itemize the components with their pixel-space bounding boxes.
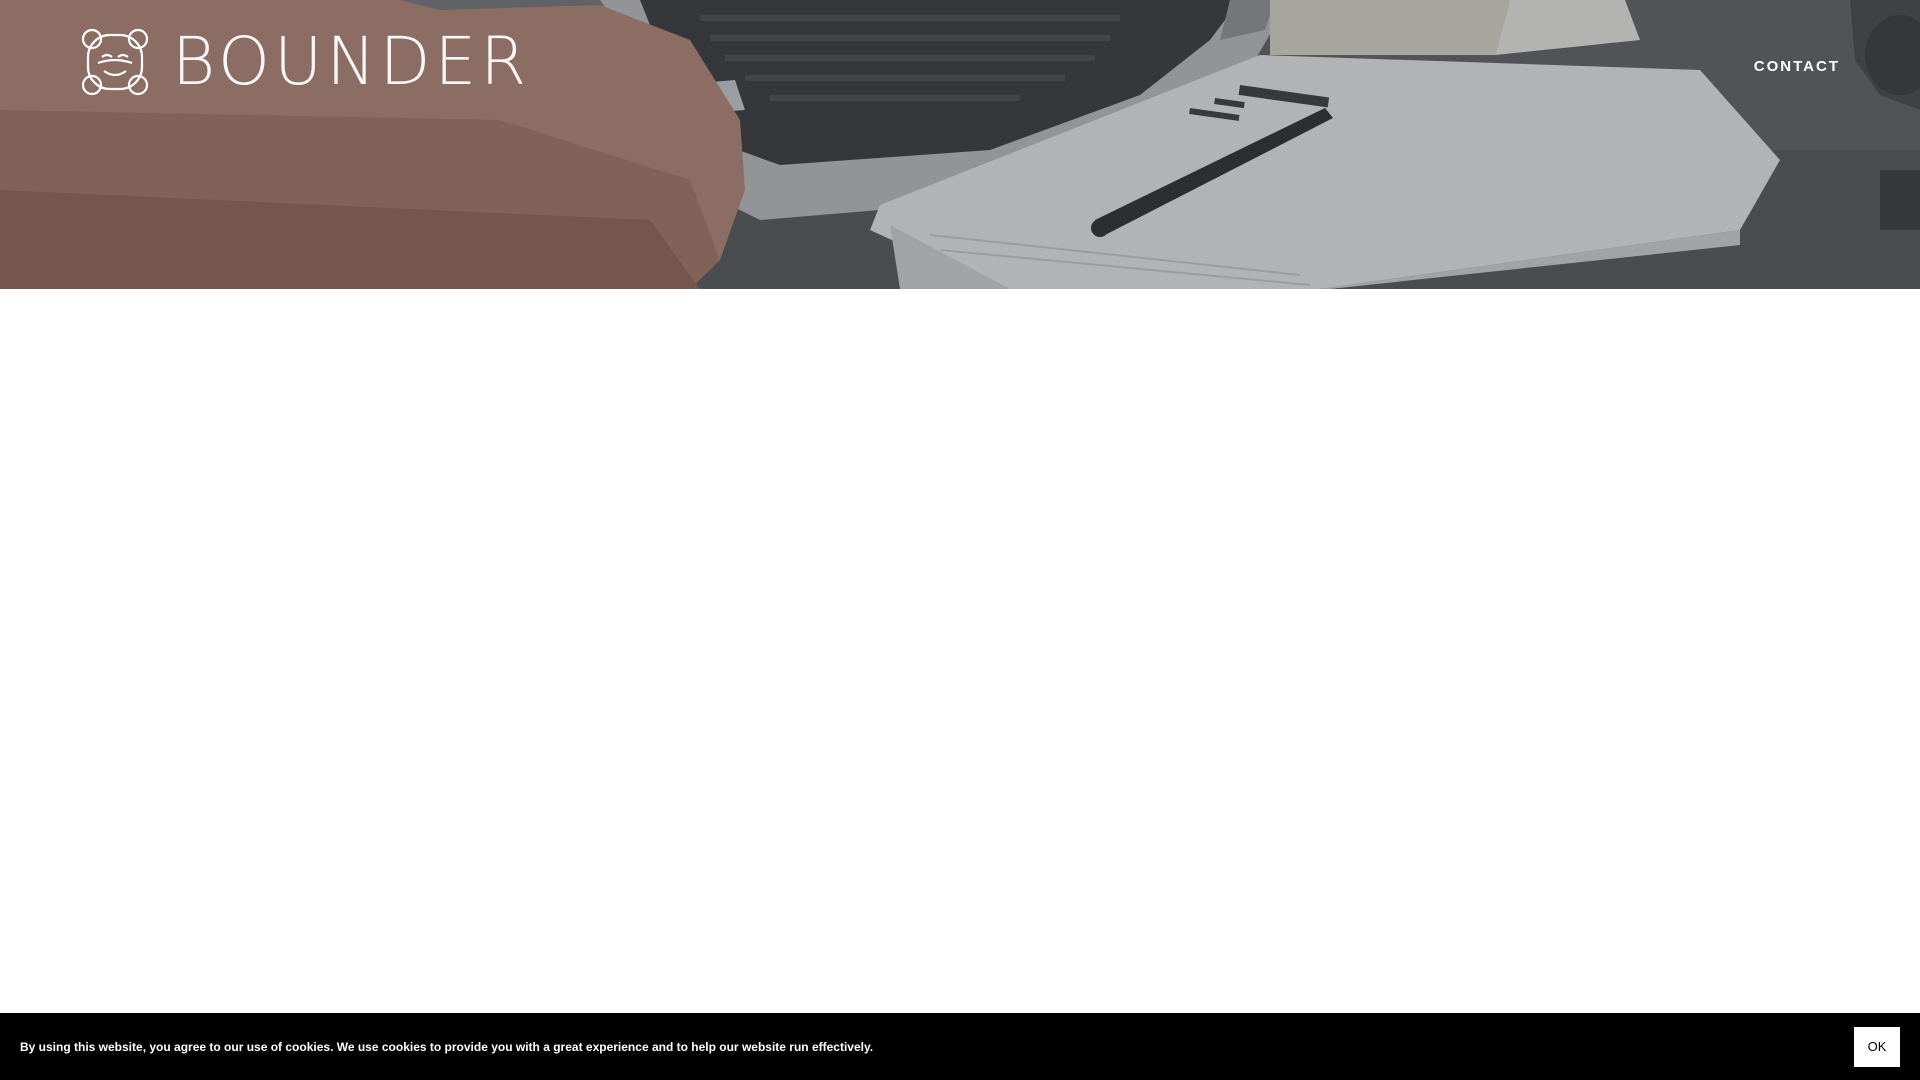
page: BOUNDER CONTACT By using this website, y… (0, 0, 1920, 1080)
bounder-bear-logo-icon (81, 28, 149, 96)
main-nav: CONTACT (1754, 58, 1840, 75)
cookie-message: By using this website, you agree to our … (20, 1039, 874, 1054)
cookie-banner: By using this website, you agree to our … (0, 1013, 1920, 1080)
nav-contact-link[interactable]: CONTACT (1754, 58, 1840, 75)
logo-wordmark: BOUNDER (172, 23, 531, 100)
hero-banner: BOUNDER CONTACT (0, 0, 1920, 289)
bounder-logo-link[interactable]: BOUNDER (80, 26, 530, 98)
cookie-ok-button[interactable]: OK (1854, 1026, 1900, 1067)
main-content (0, 289, 1920, 1013)
